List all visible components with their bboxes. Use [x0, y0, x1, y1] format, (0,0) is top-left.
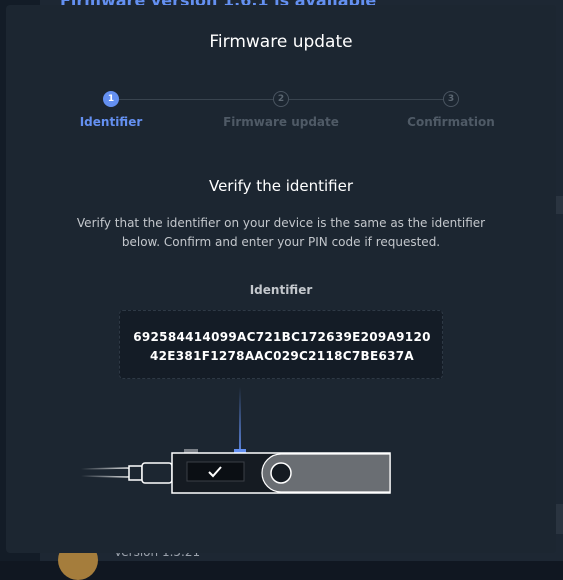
step-3-indicator: 3: [443, 91, 459, 107]
step-1-indicator: 1: [103, 91, 119, 107]
usb-connector: [128, 465, 143, 481]
step-2-indicator: 2: [273, 91, 289, 107]
button-press-beam: [239, 387, 241, 453]
step-2-label: Firmware update: [223, 115, 339, 129]
instructions-text: Verify that the identifier on your devic…: [76, 216, 486, 249]
identifier-line-2: 42E381F1278AAC029C2118C7BE637A: [149, 349, 414, 363]
usb-cable: [80, 475, 132, 478]
step-3-label: Confirmation: [407, 115, 495, 129]
identifier-line-1: 692584414099AC721BC172639E209A9120: [133, 330, 431, 344]
usb-plug: [141, 462, 173, 484]
device-illustration: [80, 387, 391, 494]
stepper-connector: [119, 99, 273, 100]
background-divider: [556, 196, 563, 214]
device-screen: [186, 461, 245, 482]
identifier-label: Identifier: [249, 283, 313, 297]
background-divider: [556, 504, 563, 534]
device-swivel-pin: [270, 462, 292, 484]
firmware-update-modal: Firmware update 1 2 3 Identifier Firmwar…: [6, 5, 556, 553]
stepper-connector: [289, 99, 443, 100]
modal-title: Firmware update: [209, 32, 353, 52]
step-1-label: Identifier: [79, 115, 143, 129]
identifier-value: 692584414099AC721BC172639E209A9120 42E38…: [120, 328, 444, 366]
identifier-box: 692584414099AC721BC172639E209A9120 42E38…: [119, 310, 443, 379]
section-title: Verify the identifier: [208, 177, 354, 195]
usb-cable: [80, 467, 132, 470]
